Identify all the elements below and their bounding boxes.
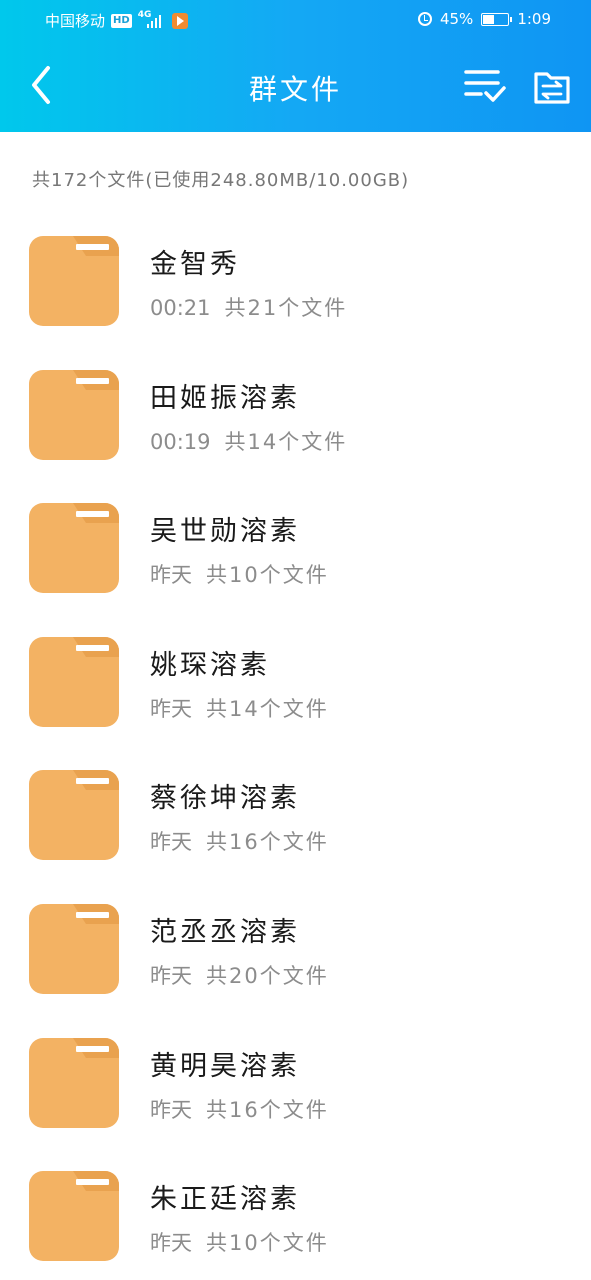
folder-file-count: 共10个文件 (206, 1231, 329, 1256)
list-item[interactable]: 姚琛溶素 昨天 共14个文件 (0, 601, 591, 735)
list-item[interactable]: 黄明昊溶素 昨天 共16个文件 (0, 1002, 591, 1136)
hd-icon: HD (111, 13, 132, 28)
battery-level (483, 14, 494, 24)
folder-meta: 昨天 共14个文件 (150, 693, 329, 723)
folder-file-count: 共21个文件 (224, 296, 348, 320)
folder-meta: 00:19 共14个文件 (150, 426, 347, 456)
alarm-icon (417, 12, 432, 26)
sort-button[interactable] (463, 66, 507, 106)
folder-name: 金智秀 (150, 249, 240, 280)
list-item[interactable]: 范丞丞溶素 昨天 共20个文件 (0, 868, 591, 1002)
list-check-icon (464, 70, 506, 102)
folder-name: 姚琛溶素 (150, 649, 270, 681)
folder-time: 昨天 (150, 830, 192, 855)
list-item[interactable]: 田姬振溶素 00:19 共14个文件 (0, 334, 591, 468)
folder-name: 田姬振溶素 (150, 382, 300, 414)
status-right: 45% 1:09 (417, 10, 551, 28)
nav-bar: 群文件 (0, 40, 591, 132)
folder-icon (29, 503, 119, 594)
folder-name: 黄明昊溶素 (150, 1050, 300, 1082)
folder-file-count: 共16个文件 (206, 830, 329, 855)
folder-name: 朱正廷溶素 (150, 1184, 300, 1216)
carrier-label: 中国移动 (45, 12, 106, 30)
folder-time: 昨天 (150, 963, 192, 988)
folder-time: 00:19 (150, 429, 211, 454)
folder-file-count: 共16个文件 (206, 1097, 329, 1122)
transfer-button[interactable] (532, 68, 572, 108)
folder-icon (29, 369, 119, 460)
folder-file-count: 共20个文件 (206, 963, 329, 988)
list-item[interactable]: 蔡徐坤溶素 昨天 共16个文件 (0, 734, 591, 868)
folder-meta: 昨天 共20个文件 (150, 960, 329, 990)
video-app-icon (171, 12, 188, 29)
list-item[interactable]: 朱正廷溶素 昨天 共10个文件 (0, 1135, 591, 1269)
folder-time: 昨天 (150, 696, 192, 721)
file-summary: 共172个文件(已使用248.80MB/10.00GB) (32, 170, 410, 191)
folder-time: 昨天 (150, 1097, 192, 1122)
list-item[interactable]: 吴世勋溶素 昨天 共10个文件 (0, 467, 591, 601)
folder-name: 吴世勋溶素 (150, 516, 300, 548)
file-transfer-icon (534, 72, 570, 104)
battery-percent: 45% (439, 10, 474, 28)
folder-icon (29, 903, 119, 994)
clock: 1:09 (517, 10, 551, 28)
battery-icon (481, 12, 513, 26)
folder-icon (29, 636, 119, 727)
folder-name: 范丞丞溶素 (150, 916, 300, 948)
list-item[interactable]: 金智秀 00:21 共21个文件 (0, 200, 591, 334)
folder-file-count: 共14个文件 (206, 696, 329, 721)
folder-meta: 昨天 共16个文件 (150, 826, 329, 856)
folder-meta: 昨天 共10个文件 (150, 1227, 329, 1257)
folder-name: 蔡徐坤溶素 (150, 783, 300, 815)
folder-icon (29, 236, 119, 326)
folder-icon (29, 1037, 119, 1128)
folder-file-count: 共14个文件 (224, 429, 348, 454)
folder-file-count: 共10个文件 (206, 563, 329, 588)
folder-meta: 昨天 共10个文件 (150, 559, 329, 589)
folder-time: 昨天 (150, 1231, 192, 1256)
folder-time: 00:21 (150, 296, 211, 320)
signal-bars (146, 14, 161, 28)
signal-icon: 4G (138, 10, 166, 29)
top-bar: 中国移动 HD 4G 45% 1:09 群文件 (0, 0, 591, 132)
folder-icon (29, 770, 119, 861)
folder-time: 昨天 (150, 563, 192, 588)
status-left: 中国移动 HD 4G (45, 10, 188, 31)
folder-meta: 昨天 共16个文件 (150, 1094, 329, 1124)
file-list: 金智秀 00:21 共21个文件 田姬振溶素 00:19 共14个文件 吴世勋溶素 … (0, 200, 591, 1269)
status-bar: 中国移动 HD 4G 45% 1:09 (0, 0, 591, 40)
folder-meta: 00:21 共21个文件 (150, 292, 347, 322)
folder-icon (29, 1171, 119, 1262)
